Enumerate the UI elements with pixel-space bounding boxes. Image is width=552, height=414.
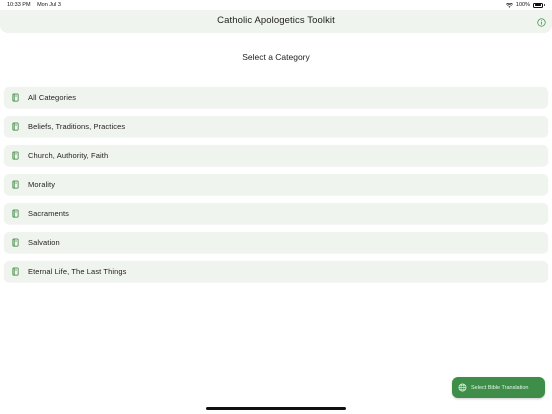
- app-title: Catholic Apologetics Toolkit: [217, 15, 335, 26]
- category-label: Morality: [28, 180, 56, 189]
- category-item-church[interactable]: Church, Authority, Faith: [4, 145, 548, 166]
- category-item-beliefs[interactable]: Beliefs, Traditions, Practices: [4, 116, 548, 137]
- category-item-eternal-life[interactable]: Eternal Life, The Last Things: [4, 261, 548, 282]
- status-time: 10:33 PM: [7, 2, 31, 8]
- book-icon: [11, 122, 20, 131]
- info-icon: [536, 17, 546, 27]
- fab-label: Select Bible Translation: [471, 384, 529, 391]
- status-left: 10:33 PM Mon Jul 3: [7, 2, 66, 8]
- book-icon: [11, 238, 20, 247]
- wifi-icon: [505, 2, 513, 8]
- status-bar: 10:33 PM Mon Jul 3 100%: [0, 0, 552, 10]
- home-indicator[interactable]: [206, 407, 346, 410]
- info-button[interactable]: [535, 16, 547, 28]
- section-title: Select a Category: [242, 52, 310, 62]
- book-icon: [11, 267, 20, 276]
- book-icon: [11, 209, 20, 218]
- category-list: All Categories Beliefs, Traditions, Prac…: [4, 87, 548, 290]
- category-label: Church, Authority, Faith: [28, 151, 109, 160]
- category-label: All Categories: [28, 93, 77, 102]
- select-bible-translation-button[interactable]: Select Bible Translation: [452, 377, 545, 398]
- category-label: Salvation: [28, 238, 60, 247]
- category-label: Sacraments: [28, 209, 70, 218]
- battery-nub: [544, 3, 545, 7]
- globe-icon: [458, 383, 467, 392]
- category-label: Eternal Life, The Last Things: [28, 267, 127, 276]
- status-right: 100%: [505, 2, 545, 8]
- category-item-all-categories[interactable]: All Categories: [4, 87, 548, 108]
- book-icon: [11, 93, 20, 102]
- book-icon: [11, 151, 20, 160]
- app-bar: Catholic Apologetics Toolkit: [0, 10, 552, 33]
- category-label: Beliefs, Traditions, Practices: [28, 122, 126, 131]
- battery-percent: 100%: [515, 2, 530, 8]
- category-item-morality[interactable]: Morality: [4, 174, 548, 195]
- category-item-sacraments[interactable]: Sacraments: [4, 203, 548, 224]
- book-icon: [11, 180, 20, 189]
- status-date: Mon Jul 3: [37, 2, 61, 8]
- category-item-salvation[interactable]: Salvation: [4, 232, 548, 253]
- battery-icon: [533, 2, 543, 8]
